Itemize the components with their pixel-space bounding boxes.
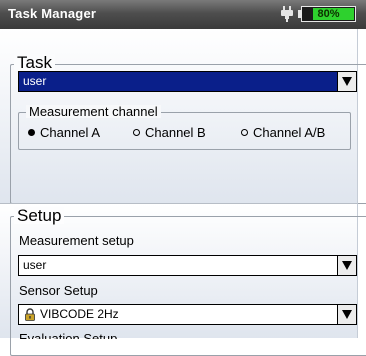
radio-channel-b[interactable]: Channel B [133, 125, 206, 141]
setup-panel: Setup Measurement setup user Sensor Setu… [0, 203, 366, 356]
title-bar: Task Manager 80% [0, 0, 366, 29]
task-dropdown-button[interactable] [337, 72, 356, 91]
chevron-down-icon [342, 310, 352, 319]
radio-label: Channel B [145, 125, 206, 140]
window-title: Task Manager [8, 6, 97, 21]
task-dropdown-value: user [23, 74, 47, 88]
radio-indicator[interactable] [133, 129, 140, 137]
battery-percent: 80% [317, 8, 340, 20]
radio-indicator-checked[interactable] [28, 129, 35, 137]
task-dropdown[interactable]: user [18, 71, 357, 92]
radio-indicator[interactable] [241, 129, 248, 137]
radio-label: Channel A/B [253, 125, 326, 140]
chevron-down-icon [342, 261, 352, 270]
plug-icon [281, 6, 293, 22]
measurement-channel-title: Measurement channel [26, 105, 161, 118]
sensor-setup-label: Sensor Setup [19, 283, 98, 298]
task-panel: Task user Measurement channel Channel A … [0, 29, 366, 204]
battery-indicator: 80% [298, 6, 358, 22]
sensor-setup-value: VIBCODE 2Hz [40, 307, 119, 321]
chevron-down-icon [342, 77, 352, 86]
sensor-setup-dropdown-button[interactable] [337, 305, 356, 324]
radio-label: Channel A [40, 125, 100, 140]
task-group-title: Task [14, 54, 55, 71]
radio-channel-ab[interactable]: Channel A/B [241, 125, 325, 141]
measurement-setup-dropdown[interactable]: user [18, 255, 357, 276]
measurement-setup-value: user [23, 258, 47, 272]
setup-group-title: Setup [14, 207, 65, 224]
lock-icon [25, 308, 35, 321]
sensor-setup-dropdown[interactable]: VIBCODE 2Hz [18, 304, 357, 325]
radio-channel-a[interactable]: Channel A [28, 125, 100, 141]
measurement-setup-dropdown-button[interactable] [337, 256, 356, 275]
measurement-setup-label: Measurement setup [19, 233, 134, 248]
